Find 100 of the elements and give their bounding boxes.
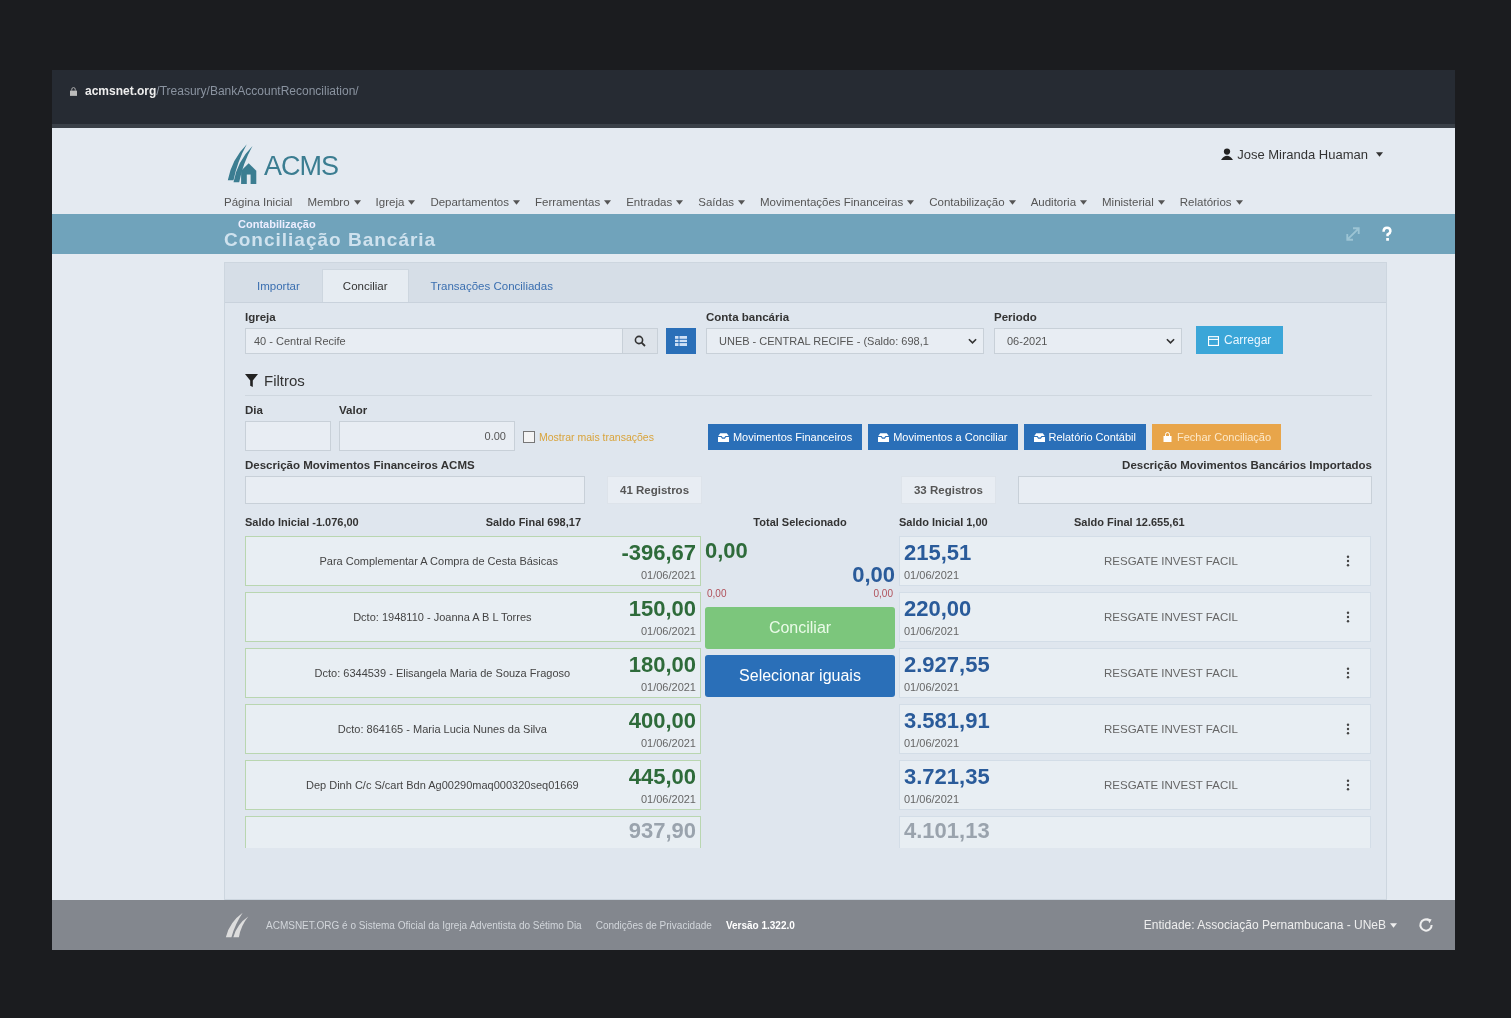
nav-item[interactable]: Igreja bbox=[375, 196, 416, 208]
right-total: 0,00 bbox=[852, 562, 895, 588]
nav-item[interactable]: Contabilização bbox=[929, 196, 1016, 208]
transaction-amount: 215,51 bbox=[904, 540, 973, 566]
transaction-amount: 3.721,35 bbox=[904, 764, 991, 790]
more-icon[interactable] bbox=[1346, 779, 1350, 791]
more-icon[interactable] bbox=[1346, 667, 1350, 679]
transaction-amount: 180,00 bbox=[628, 652, 696, 678]
transaction-card[interactable]: Dep Dinh C/c S/cart Bdn Ag00290maq000320seq01669 445,00 01/06/2021 bbox=[245, 760, 701, 810]
transaction-description: RESGATE INVEST FACIL bbox=[1104, 611, 1239, 623]
transaction-date: 01/06/2021 bbox=[640, 569, 696, 582]
closing-balance: Saldo Final 12.655,61 bbox=[1074, 516, 1185, 528]
transaction-description: Dcto: 864165 - Maria Lucia Nunes da Silva bbox=[336, 723, 548, 735]
transaction-description: RESGATE INVEST FACIL bbox=[1104, 555, 1239, 567]
user-menu[interactable]: Jose Miranda Huaman bbox=[1215, 145, 1389, 163]
lock-icon bbox=[1161, 432, 1173, 442]
day-field[interactable] bbox=[245, 421, 331, 451]
transaction-amount: 400,00 bbox=[628, 708, 696, 734]
action-button[interactable]: Movimentos a Conciliar bbox=[868, 424, 1018, 450]
transaction-card[interactable]: Dcto: 1948110 - Joanna A B L Torres 150,00 01/06/2021 bbox=[245, 592, 701, 642]
period-select[interactable]: 06-2021 bbox=[994, 328, 1182, 354]
nav-item[interactable]: Relatórios bbox=[1179, 196, 1243, 208]
field-label: Valor bbox=[339, 404, 369, 416]
refresh-icon[interactable] bbox=[1417, 916, 1435, 934]
right-difference: 0,00 bbox=[873, 588, 893, 599]
transaction-description: RESGATE INVEST FACIL bbox=[1104, 779, 1239, 791]
nav-item[interactable]: Departamentos bbox=[430, 196, 520, 208]
transaction-amount: 937,90 bbox=[628, 819, 696, 844]
field-label: Periodo bbox=[994, 311, 1038, 323]
transaction-card[interactable]: Dcto: 6344539 - Elisangela Maria de Souza Fragoso 180,00 01/06/2021 bbox=[245, 648, 701, 698]
field-label: Dia bbox=[245, 404, 264, 416]
tab[interactable]: Conciliar bbox=[321, 269, 409, 302]
transaction-amount: 4.101,13 bbox=[904, 819, 991, 844]
nav-item[interactable]: Ferramentas bbox=[535, 196, 612, 208]
nav-item[interactable]: Ministerial bbox=[1102, 196, 1165, 208]
bank-transaction-card[interactable]: 215,51 01/06/2021 RESGATE INVEST FACIL bbox=[899, 536, 1371, 586]
transaction-date: 01/06/2021 bbox=[904, 625, 961, 638]
transaction-date: 01/06/2021 bbox=[904, 737, 961, 750]
opening-balance: Saldo Inicial 1,00 bbox=[899, 516, 988, 528]
transaction-description: Dcto: 6344539 - Elisangela Maria de Souza Fragoso bbox=[313, 667, 572, 679]
transaction-date: 01/06/2021 bbox=[904, 681, 961, 694]
inbox-icon bbox=[717, 432, 729, 442]
nav-item[interactable]: Página Inicial bbox=[224, 196, 293, 208]
chevron-icon bbox=[1166, 338, 1175, 344]
checkbox-label: Mostrar mais transações bbox=[539, 431, 654, 443]
field-label: Descrição Movimentos Financeiros ACMS bbox=[245, 459, 476, 471]
filter-icon bbox=[245, 374, 258, 387]
search-button[interactable] bbox=[622, 328, 658, 354]
search-icon bbox=[634, 335, 646, 347]
records-count: 41 Registros bbox=[607, 476, 703, 504]
checkbox[interactable] bbox=[523, 431, 535, 443]
closing-balance: Saldo Final 698,17 bbox=[485, 516, 581, 528]
nav-item[interactable]: Saídas bbox=[698, 196, 746, 208]
inbox-icon bbox=[878, 432, 890, 442]
bank-transaction-card[interactable]: 2.927,55 01/06/2021 RESGATE INVEST FACIL bbox=[899, 648, 1371, 698]
filters-title: Filtros bbox=[264, 372, 305, 389]
more-icon[interactable] bbox=[1346, 611, 1350, 623]
more-icon[interactable] bbox=[1346, 723, 1350, 735]
list-button[interactable] bbox=[666, 328, 696, 354]
action-button[interactable]: Movimentos Financeiros bbox=[707, 424, 863, 450]
transaction-amount: 2.927,55 bbox=[904, 652, 991, 678]
action-button[interactable]: Relatório Contábil bbox=[1023, 424, 1146, 450]
transaction-date: 01/06/2021 bbox=[640, 625, 696, 638]
transaction-date: 01/06/2021 bbox=[904, 569, 961, 582]
nav-item[interactable]: Auditoria bbox=[1030, 196, 1088, 208]
transaction-description: Dep Dinh C/c S/cart Bdn Ag00290maq000320seq01669 bbox=[304, 779, 580, 791]
more-icon[interactable] bbox=[1346, 555, 1350, 567]
description-field[interactable] bbox=[1018, 476, 1372, 504]
bank-transaction-card[interactable]: 3.581,91 01/06/2021 RESGATE INVEST FACIL bbox=[899, 704, 1371, 754]
left-difference: 0,00 bbox=[707, 588, 727, 599]
transaction-amount: 220,00 bbox=[904, 596, 973, 622]
transaction-date: 01/06/2021 bbox=[640, 681, 696, 694]
transaction-description: RESGATE INVEST FACIL bbox=[1104, 667, 1239, 679]
records-count: 33 Registros bbox=[900, 476, 996, 504]
lock-icon bbox=[70, 87, 77, 96]
inbox-icon bbox=[1033, 432, 1045, 442]
footer-notice: ACMSNET.ORG é o Sistema Oficial da Igreja Adventista do Sétimo Dia bbox=[266, 919, 582, 931]
chevron-icon bbox=[968, 338, 977, 344]
transaction-amount: 445,00 bbox=[628, 764, 696, 790]
bank-transaction-card[interactable]: 220,00 01/06/2021 RESGATE INVEST FACIL bbox=[899, 592, 1371, 642]
calendar-icon bbox=[1208, 334, 1219, 346]
nav-item[interactable]: Entradas bbox=[626, 196, 684, 208]
transaction-description: RESGATE INVEST FACIL bbox=[1104, 723, 1239, 735]
match-button[interactable]: Selecionar iguais bbox=[705, 655, 895, 697]
church-field[interactable]: 40 - Central Recife bbox=[245, 328, 623, 354]
caret-icon bbox=[1376, 151, 1383, 157]
transaction-description: Para Complementar A Compra de Cesta Básicas bbox=[318, 555, 559, 567]
address-url[interactable]: acmsnet.org/Treasury/BankAccountReconciliation/ bbox=[85, 84, 359, 98]
transaction-description: Dcto: 1948110 - Joanna A B L Torres bbox=[352, 611, 533, 623]
logo-text: ACMS bbox=[264, 150, 338, 182]
nav-item[interactable]: Movimentações Financeiras bbox=[760, 196, 915, 208]
description-field[interactable] bbox=[245, 476, 585, 504]
account-select[interactable]: UNEB - CENTRAL RECIFE - (Saldo: 698,1 bbox=[706, 328, 984, 354]
help-icon[interactable] bbox=[1379, 226, 1395, 242]
transaction-card[interactable]: Para Complementar A Compra de Cesta Básicas -396,67 01/06/2021 bbox=[245, 536, 701, 586]
bank-transaction-card[interactable]: 3.721,35 01/06/2021 RESGATE INVEST FACIL bbox=[899, 760, 1371, 810]
field-label: Conta bancária bbox=[706, 311, 791, 323]
nav-item[interactable]: Membro bbox=[307, 196, 361, 208]
value-field[interactable]: 0.00 bbox=[339, 421, 515, 451]
transaction-card[interactable]: Dcto: 864165 - Maria Lucia Nunes da Silva 400,00 01/06/2021 bbox=[245, 704, 701, 754]
